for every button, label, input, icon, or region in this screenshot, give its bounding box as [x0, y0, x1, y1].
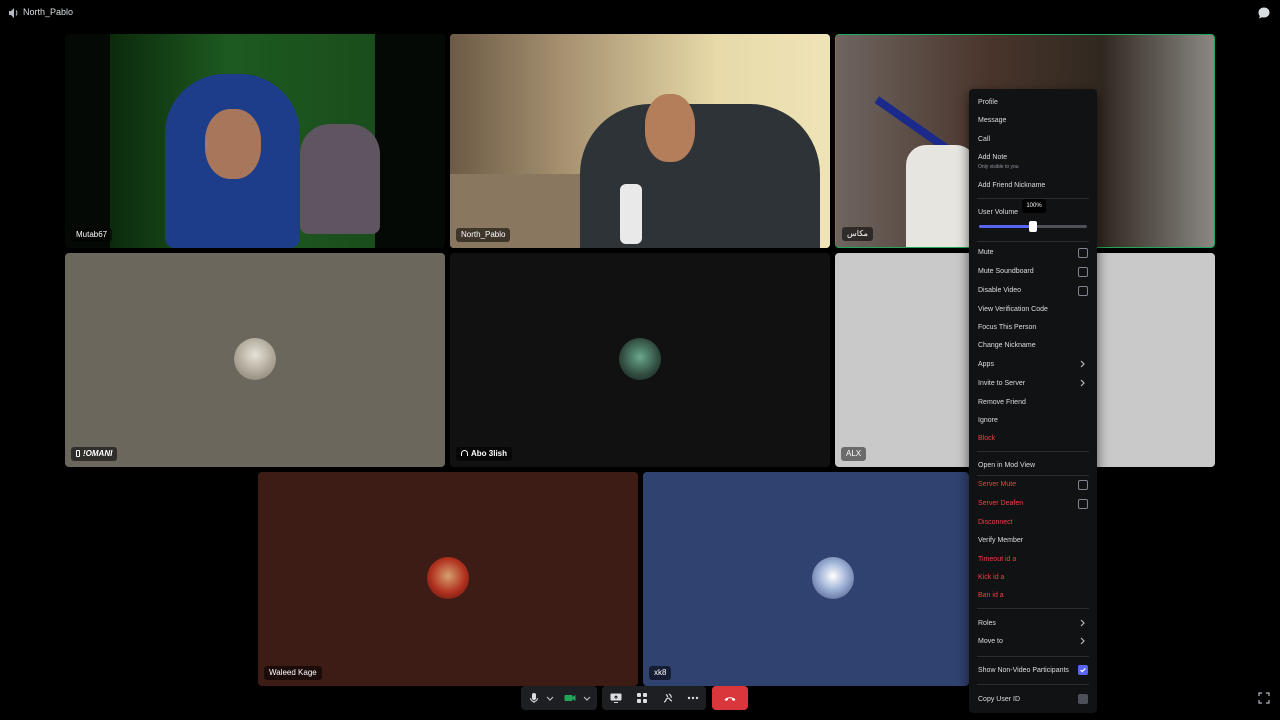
menu-item-ignore[interactable]: Ignore [978, 416, 998, 425]
microphone-icon[interactable] [527, 691, 541, 705]
microphone-shape [620, 184, 642, 244]
chat-bubble-icon[interactable] [1257, 6, 1271, 20]
channel-title: North_Pablo [23, 7, 74, 17]
headset-icon [461, 450, 468, 456]
menu-item-add-friend-nickname[interactable]: Add Friend Nickname [978, 181, 1045, 190]
end-call-icon [724, 697, 736, 701]
menu-item-message[interactable]: Message [978, 116, 1006, 125]
mic-camera-group [521, 686, 597, 710]
voice-tile-xk8[interactable]: xk8 [643, 472, 969, 686]
fullscreen-icon[interactable] [1258, 692, 1270, 704]
server-mute-checkbox[interactable] [1078, 480, 1088, 490]
menu-divider [977, 608, 1089, 609]
menu-item-call[interactable]: Call [978, 135, 990, 144]
show-non-video-checkbox[interactable] [1078, 665, 1088, 675]
menu-item-server-deafen[interactable]: Server Deafen [978, 499, 1023, 508]
participant-name: مكاس [842, 227, 873, 241]
menu-item-mute-soundboard[interactable]: Mute Soundboard [978, 267, 1034, 276]
disable-video-checkbox[interactable] [1078, 286, 1088, 296]
menu-item-block[interactable]: Block [978, 434, 995, 443]
menu-item-kick[interactable]: Kick id a [978, 573, 1004, 582]
chevron-right-icon [1080, 360, 1085, 368]
avatar [619, 338, 661, 380]
top-bar: North_Pablo [0, 0, 1280, 26]
volume-tooltip: 100% [1022, 199, 1046, 213]
chevron-right-icon [1080, 379, 1085, 387]
participant-name: Mutab67 [71, 228, 113, 242]
menu-item-server-mute[interactable]: Server Mute [978, 480, 1016, 489]
menu-item-timeout[interactable]: Timeout id a [978, 555, 1016, 564]
menu-item-remove-friend[interactable]: Remove Friend [978, 398, 1026, 407]
user-context-menu: Profile Message Call Add Note Only visib… [969, 89, 1097, 713]
participant-name: Abo 3lish [456, 447, 513, 461]
avatar [234, 338, 276, 380]
avatar [427, 557, 469, 599]
menu-item-profile[interactable]: Profile [978, 98, 998, 107]
user-volume-label: User Volume [978, 209, 1019, 216]
menu-item-move-to[interactable]: Move to [978, 637, 1003, 646]
server-deafen-checkbox[interactable] [1078, 499, 1088, 509]
mute-checkbox[interactable] [1078, 248, 1088, 258]
voice-tile-abo-3lish[interactable]: Abo 3lish [450, 253, 830, 467]
menu-item-view-verification-code[interactable]: View Verification Code [978, 305, 1048, 314]
screen-share-icon[interactable] [609, 691, 623, 705]
participant-name: xk8 [649, 666, 672, 680]
menu-divider [977, 475, 1089, 476]
person-shape [906, 145, 976, 247]
video-tile-mutab67[interactable]: Mutab67 [65, 34, 445, 248]
chair-shape [300, 124, 380, 234]
menu-item-roles[interactable]: Roles [978, 619, 996, 628]
chevron-down-icon[interactable] [543, 691, 557, 705]
menu-item-apps[interactable]: Apps [978, 360, 994, 369]
chevron-down-icon[interactable] [580, 691, 594, 705]
menu-item-verify-member[interactable]: Verify Member [978, 536, 1023, 545]
camera-icon[interactable] [563, 691, 577, 705]
participant-name: ALX [841, 447, 867, 461]
menu-item-ban[interactable]: Ban id a [978, 591, 1004, 600]
participant-name: Waleed Kage [264, 666, 322, 680]
menu-item-disconnect[interactable]: Disconnect [978, 518, 1013, 527]
menu-item-disable-video[interactable]: Disable Video [978, 286, 1021, 295]
actions-group [602, 686, 706, 710]
volume-slider-fill [979, 225, 1033, 228]
face-shape [205, 109, 261, 179]
mute-soundboard-checkbox[interactable] [1078, 267, 1088, 277]
menu-item-focus-this-person[interactable]: Focus This Person [978, 323, 1036, 332]
menu-item-invite-to-server[interactable]: Invite to Server [978, 379, 1025, 388]
avatar [812, 557, 854, 599]
menu-divider [977, 684, 1089, 685]
video-tile-north-pablo[interactable]: North_Pablo [450, 34, 830, 248]
voice-tile-waleed-kage[interactable]: Waleed Kage [258, 472, 638, 686]
person-shape [580, 104, 820, 248]
menu-item-add-note[interactable]: Add Note [978, 153, 1007, 162]
participant-name: North_Pablo [456, 228, 511, 242]
id-icon [1078, 694, 1088, 704]
speaker-icon [9, 8, 18, 18]
chevron-right-icon [1080, 637, 1085, 645]
participant-name: !OMANI [71, 447, 118, 461]
activities-icon[interactable] [635, 691, 649, 705]
checkmark-icon [1080, 667, 1086, 673]
menu-item-copy-user-id[interactable]: Copy User ID [978, 695, 1020, 704]
menu-item-change-nickname[interactable]: Change Nickname [978, 341, 1036, 350]
menu-divider [977, 656, 1089, 657]
soundboard-icon[interactable] [661, 691, 675, 705]
menu-divider [977, 241, 1089, 242]
mobile-icon [76, 450, 80, 457]
menu-divider [977, 451, 1089, 452]
menu-item-open-in-mod-view[interactable]: Open in Mod View [978, 461, 1035, 470]
menu-item-mute[interactable]: Mute [978, 248, 994, 257]
voice-tile-omani[interactable]: !OMANI [65, 253, 445, 467]
volume-slider-handle[interactable] [1029, 221, 1037, 232]
user-volume-slider[interactable] [979, 221, 1087, 232]
add-note-hint: Only visible to you [978, 164, 1019, 170]
menu-item-show-non-video-participants[interactable]: Show Non-Video Participants [978, 666, 1069, 675]
end-call-button[interactable] [712, 686, 748, 710]
more-icon[interactable] [686, 691, 700, 705]
chevron-right-icon [1080, 619, 1085, 627]
face-shape [645, 94, 695, 162]
